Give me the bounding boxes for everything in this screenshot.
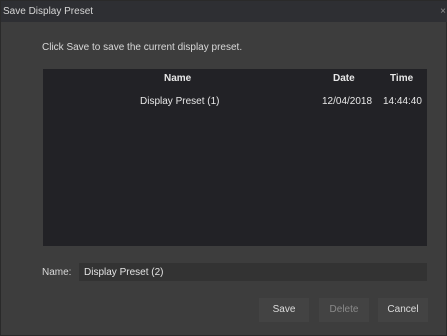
title-bar[interactable]: Save Display Preset × xyxy=(1,1,447,22)
column-header-name[interactable]: Name xyxy=(164,69,194,89)
preset-list[interactable]: Name Date Time Display Preset (1) 12/04/… xyxy=(43,69,427,246)
list-header: Name Date Time xyxy=(43,69,427,89)
delete-button[interactable]: Delete xyxy=(319,298,369,322)
instructions-text: Click Save to save the current display p… xyxy=(42,42,243,53)
preset-time-cell: 14:44:40 xyxy=(383,96,422,107)
cancel-button[interactable]: Cancel xyxy=(378,298,428,322)
window-title: Save Display Preset xyxy=(3,6,94,17)
column-header-date[interactable]: Date xyxy=(333,69,355,89)
list-item[interactable]: Display Preset (1) 12/04/2018 14:44:40 xyxy=(43,94,427,110)
name-label: Name: xyxy=(42,267,72,278)
save-display-preset-dialog: Save Display Preset × Click Save to save… xyxy=(0,0,447,336)
close-icon[interactable]: × xyxy=(438,1,447,22)
preset-name-input[interactable] xyxy=(79,263,427,281)
column-header-time[interactable]: Time xyxy=(390,69,413,89)
save-button[interactable]: Save xyxy=(259,298,309,322)
preset-name-cell: Display Preset (1) xyxy=(140,96,220,107)
preset-date-cell: 12/04/2018 xyxy=(322,96,373,107)
